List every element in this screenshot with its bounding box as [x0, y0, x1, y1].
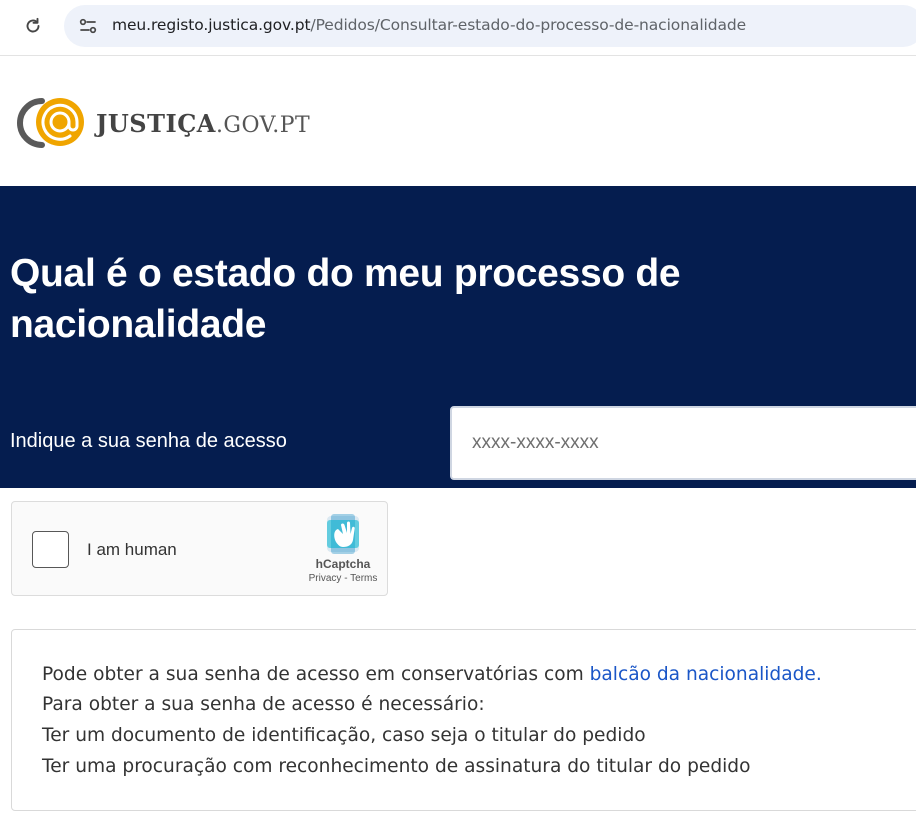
info-line-1-text: Pode obter a sua senha de acesso em cons…: [42, 664, 590, 685]
hero-banner: Qual é o estado do meu processo de nacio…: [0, 186, 916, 488]
hcaptcha-widget: I am human hCaptcha Privacy - Terms: [11, 501, 388, 596]
logo-text: JUSTIÇA.GOV.PT: [96, 109, 310, 138]
address-bar[interactable]: meu.registo.justica.gov.pt/Pedidos/Consu…: [64, 5, 916, 47]
url-path: /Pedidos/Consultar-estado-do-processo-de…: [310, 16, 747, 34]
info-line-2: Para obter a sua senha de acesso é neces…: [42, 694, 485, 715]
hcaptcha-privacy-terms[interactable]: Privacy - Terms: [304, 573, 382, 584]
info-line-3: Ter um documento de identificação, caso …: [42, 725, 646, 746]
page-title: Qual é o estado do meu processo de nacio…: [10, 252, 681, 346]
captcha-brand: hCaptcha Privacy - Terms: [304, 512, 382, 584]
url-host: meu.registo.justica.gov.pt: [112, 16, 311, 34]
logo-name-light: .GOV.PT: [215, 112, 311, 138]
hcaptcha-hand-logo: [327, 514, 359, 554]
site-logo[interactable]: JUSTIÇA.GOV.PT: [10, 95, 310, 151]
info-panel: Pode obter a sua senha de acesso em cons…: [11, 629, 916, 811]
tune-icon[interactable]: [78, 16, 98, 36]
hcaptcha-name: hCaptcha: [315, 557, 371, 571]
captcha-label: I am human: [87, 540, 177, 559]
browser-toolbar: meu.registo.justica.gov.pt/Pedidos/Consu…: [0, 0, 916, 56]
justica-logo-mark: [10, 95, 88, 151]
balcao-nacionalidade-link[interactable]: balcão da nacionalidade.: [590, 664, 822, 685]
access-code-label: Indique a sua senha de acesso: [10, 430, 287, 452]
captcha-checkbox[interactable]: [32, 531, 69, 568]
info-line-4: Ter uma procuração com reconhecimento de…: [42, 756, 751, 777]
reload-icon[interactable]: [20, 13, 46, 39]
access-code-input[interactable]: [450, 406, 916, 480]
info-line-1: Pode obter a sua senha de acesso em cons…: [42, 664, 822, 685]
logo-name-bold: JUSTIÇA: [96, 108, 216, 138]
url-text[interactable]: meu.registo.justica.gov.pt/Pedidos/Consu…: [112, 16, 746, 34]
